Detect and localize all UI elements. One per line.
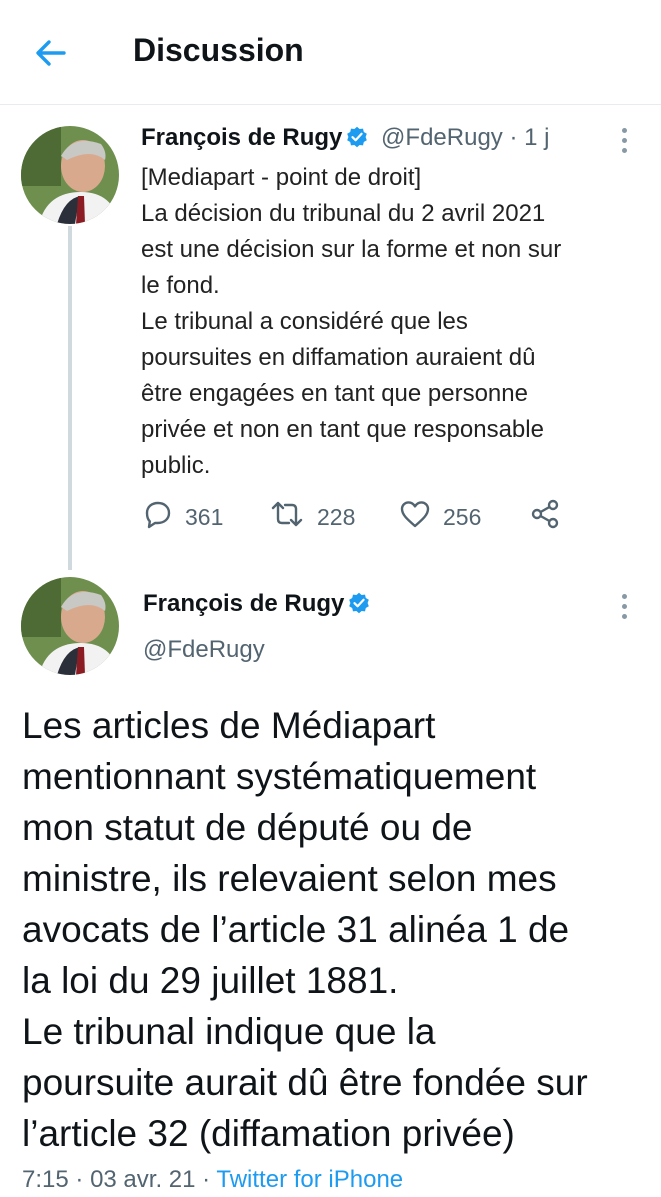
author-handle[interactable]: @FdeRugy bbox=[143, 636, 265, 664]
like-button[interactable]: 256 bbox=[399, 500, 481, 534]
share-icon bbox=[529, 498, 573, 536]
tweet-line: [Mediapart - point de droit] bbox=[141, 164, 422, 191]
separator-dot: · bbox=[202, 1166, 211, 1193]
tweet-line: Les articles de Médiapart bbox=[22, 705, 436, 746]
tweet-line: l’article 32 (diffamation privée) bbox=[22, 1113, 515, 1154]
tweet-line: avocats de l’article 31 alinéa 1 de bbox=[22, 909, 570, 950]
tweet1-actions: 361 228 256 bbox=[141, 498, 581, 536]
separator-dot: · bbox=[509, 124, 518, 151]
more-icon[interactable] bbox=[620, 128, 628, 156]
retweet-button[interactable]: 228 bbox=[269, 500, 355, 534]
reply-button[interactable]: 361 bbox=[141, 500, 223, 534]
reply-icon bbox=[141, 499, 185, 535]
tweet-source-link[interactable]: Twitter for iPhone bbox=[216, 1166, 403, 1193]
author-name[interactable]: François de Rugy bbox=[141, 124, 342, 151]
share-button[interactable] bbox=[529, 498, 573, 536]
page-title: Discussion bbox=[133, 32, 304, 68]
separator-dot: · bbox=[75, 1166, 84, 1193]
tweet-line: la loi du 29 juillet 1881. bbox=[22, 960, 399, 1001]
retweet-icon bbox=[269, 499, 317, 535]
verified-badge-icon bbox=[346, 126, 368, 148]
back-arrow-icon[interactable] bbox=[32, 34, 70, 72]
author-name[interactable]: François de Rugy bbox=[143, 590, 344, 617]
tweet1-text: [Mediapart - point de droit] La décision… bbox=[141, 160, 641, 484]
tweet-line: Le tribunal indique que la bbox=[22, 1011, 436, 1052]
tweet-time[interactable]: 1 j bbox=[524, 124, 549, 151]
tweet-line: Le tribunal a considéré que les bbox=[141, 308, 468, 335]
tweet1-header: François de Rugy @FdeRugy · 1 j bbox=[141, 124, 550, 152]
retweet-count: 228 bbox=[317, 503, 356, 530]
avatar[interactable] bbox=[21, 126, 119, 224]
tweet-date[interactable]: 03 avr. 21 bbox=[90, 1166, 195, 1193]
avatar[interactable] bbox=[21, 577, 119, 675]
tweet-line: public. bbox=[141, 452, 211, 479]
tweet-line: poursuite aurait dû être fondée sur bbox=[22, 1062, 588, 1103]
tweet-line: La décision du tribunal du 2 avril 2021 bbox=[141, 200, 546, 227]
tweet-line: privée et non en tant que responsable bbox=[141, 416, 544, 443]
tweet-line: est une décision sur la forme et non sur bbox=[141, 236, 562, 263]
thread-connector bbox=[68, 226, 72, 570]
author-handle[interactable]: @FdeRugy bbox=[381, 124, 503, 151]
like-count: 256 bbox=[443, 503, 482, 530]
tweet-line: être engagées en tant que personne bbox=[141, 380, 528, 407]
tweet-line: mentionnant systématiquement bbox=[22, 756, 537, 797]
verified-badge-icon bbox=[348, 592, 370, 614]
tweet2-text: Les articles de Médiapart mentionnant sy… bbox=[22, 700, 652, 1159]
more-icon[interactable] bbox=[620, 594, 628, 622]
tweet-line: mon statut de député ou de bbox=[22, 807, 473, 848]
tweet-metadata: 7:15 · 03 avr. 21 · Twitter for iPhone bbox=[22, 1166, 403, 1194]
tweet-line: le fond. bbox=[141, 272, 220, 299]
tweet-line: ministre, ils relevaient selon mes bbox=[22, 858, 557, 899]
tweet-time[interactable]: 7:15 bbox=[22, 1166, 69, 1193]
like-icon bbox=[399, 499, 443, 535]
top-bar: Discussion bbox=[0, 0, 661, 105]
tweet-line: poursuites en diffamation auraient dû bbox=[141, 344, 536, 371]
reply-count: 361 bbox=[185, 503, 224, 530]
tweet2-author: François de Rugy bbox=[143, 590, 370, 618]
